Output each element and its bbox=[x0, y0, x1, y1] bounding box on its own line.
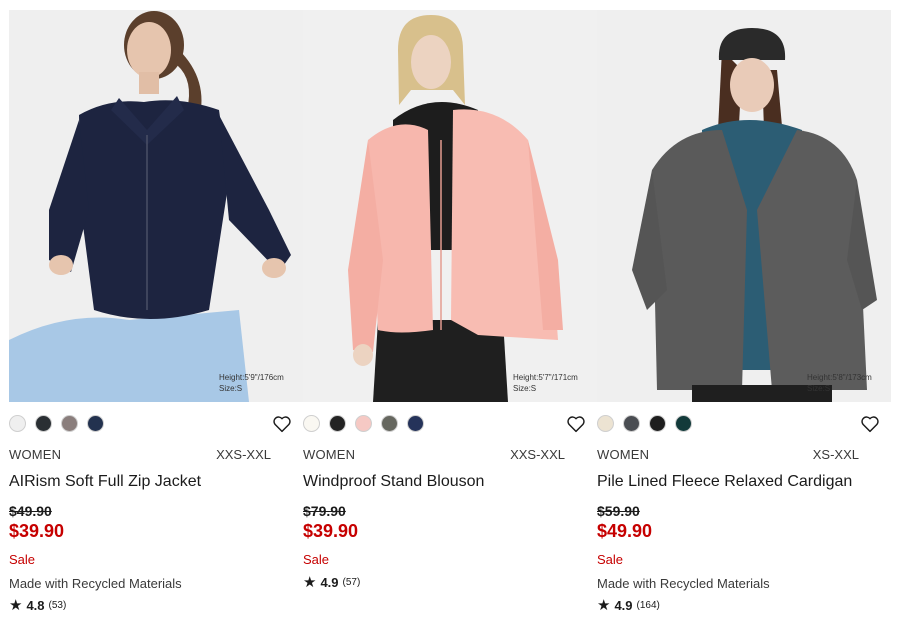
sale-flag: Sale bbox=[597, 552, 624, 567]
sale-price: $39.90 bbox=[303, 521, 359, 541]
review-count: (53) bbox=[48, 600, 67, 611]
product-gender: WOMEN bbox=[9, 447, 62, 462]
product-sizes: XXS-XXL bbox=[510, 447, 565, 462]
product-gender: WOMEN bbox=[303, 447, 356, 462]
product-name[interactable]: AIRism Soft Full Zip Jacket bbox=[9, 473, 201, 491]
model-size: Size:S bbox=[513, 384, 537, 393]
color-swatch[interactable] bbox=[9, 415, 26, 432]
color-swatch[interactable] bbox=[407, 415, 424, 432]
product-rating[interactable]: ★ 4.9 (164) bbox=[597, 596, 660, 614]
model-info: Height:5'7"/171cm Size:S bbox=[513, 372, 578, 394]
color-swatch[interactable] bbox=[597, 415, 614, 432]
model-size: Size:S bbox=[807, 384, 831, 393]
rating-score: 4.8 bbox=[26, 598, 45, 613]
color-swatches bbox=[597, 415, 692, 433]
product-card[interactable]: Height:5'8"/173cm Size:S WOMEN XS-XXL Pi… bbox=[597, 10, 891, 630]
color-swatch[interactable] bbox=[329, 415, 346, 432]
color-swatch[interactable] bbox=[675, 415, 692, 432]
model-height: Height:5'8"/173cm bbox=[807, 373, 872, 382]
color-swatch[interactable] bbox=[87, 415, 104, 432]
product-grid: Height:5'9"/176cm Size:S WOMEN XXS-XXL A… bbox=[9, 10, 891, 630]
product-sizes: XS-XXL bbox=[812, 447, 859, 462]
product-image[interactable]: Height:5'7"/171cm Size:S bbox=[303, 10, 597, 402]
color-swatch[interactable] bbox=[303, 415, 320, 432]
rating-score: 4.9 bbox=[320, 575, 339, 590]
model-height: Height:5'9"/176cm bbox=[219, 373, 284, 382]
product-gender: WOMEN bbox=[597, 447, 650, 462]
product-feature: Made with Recycled Materials bbox=[9, 576, 182, 591]
color-swatch[interactable] bbox=[381, 415, 398, 432]
color-swatch[interactable] bbox=[649, 415, 666, 432]
sale-flag: Sale bbox=[9, 552, 36, 567]
star-icon: ★ bbox=[597, 596, 611, 614]
original-price: $59.90 bbox=[597, 503, 640, 519]
review-count: (164) bbox=[636, 600, 660, 611]
product-rating[interactable]: ★ 4.9 (57) bbox=[303, 573, 361, 591]
original-price: $49.90 bbox=[9, 503, 52, 519]
model-info: Height:5'9"/176cm Size:S bbox=[219, 372, 284, 394]
rating-score: 4.9 bbox=[614, 598, 633, 613]
product-name[interactable]: Pile Lined Fleece Relaxed Cardigan bbox=[597, 473, 852, 491]
color-swatches bbox=[9, 415, 104, 433]
product-card[interactable]: Height:5'7"/171cm Size:S WOMEN XXS-XXL W… bbox=[303, 10, 597, 630]
review-count: (57) bbox=[342, 577, 361, 588]
sale-price: $49.90 bbox=[597, 521, 653, 541]
color-swatches bbox=[303, 415, 424, 433]
product-sizes: XXS-XXL bbox=[216, 447, 271, 462]
model-size: Size:S bbox=[219, 384, 243, 393]
sale-flag: Sale bbox=[303, 552, 330, 567]
original-price: $79.90 bbox=[303, 503, 346, 519]
heart-outline-icon[interactable] bbox=[566, 415, 586, 433]
star-icon: ★ bbox=[303, 573, 317, 591]
product-card[interactable]: Height:5'9"/176cm Size:S WOMEN XXS-XXL A… bbox=[9, 10, 303, 630]
heart-outline-icon[interactable] bbox=[272, 415, 292, 433]
heart-outline-icon[interactable] bbox=[860, 415, 880, 433]
product-name[interactable]: Windproof Stand Blouson bbox=[303, 473, 484, 491]
product-image[interactable]: Height:5'9"/176cm Size:S bbox=[9, 10, 303, 402]
color-swatch[interactable] bbox=[61, 415, 78, 432]
color-swatch[interactable] bbox=[623, 415, 640, 432]
product-image[interactable]: Height:5'8"/173cm Size:S bbox=[597, 10, 891, 402]
color-swatch[interactable] bbox=[35, 415, 52, 432]
product-rating[interactable]: ★ 4.8 (53) bbox=[9, 596, 67, 614]
product-feature: Made with Recycled Materials bbox=[597, 576, 770, 591]
model-height: Height:5'7"/171cm bbox=[513, 373, 578, 382]
model-info: Height:5'8"/173cm Size:S bbox=[807, 372, 872, 394]
sale-price: $39.90 bbox=[9, 521, 65, 541]
star-icon: ★ bbox=[9, 596, 23, 614]
color-swatch[interactable] bbox=[355, 415, 372, 432]
